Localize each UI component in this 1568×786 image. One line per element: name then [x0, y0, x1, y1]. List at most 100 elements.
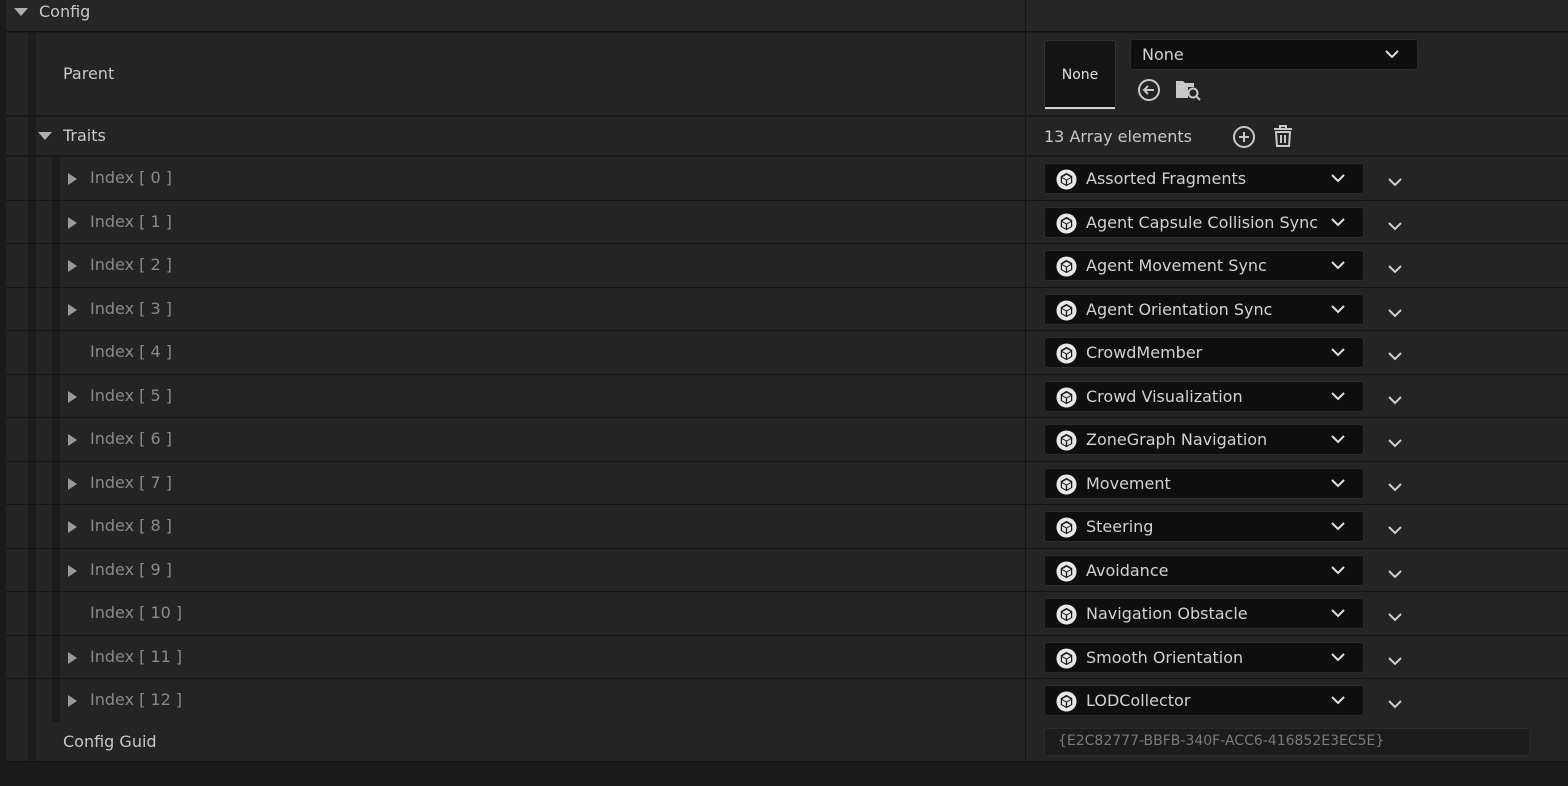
traits-header-row[interactable]: Traits: [6, 117, 1568, 156]
trait-index-label: Index [ 12 ]: [90, 690, 183, 709]
chevron-down-icon: [1331, 174, 1345, 183]
expand-arrow-icon[interactable]: [68, 695, 77, 707]
expand-arrow-icon[interactable]: [68, 521, 77, 533]
trait-index-label: Index [ 3 ]: [90, 298, 172, 318]
details-panel: Config Parent None None Traits 13 Array …: [0, 0, 1568, 786]
config-guid-field[interactable]: {E2C82777-BBFB-340F-ACC6-416852E3EC5E}: [1044, 728, 1530, 756]
thumbnail-text: None: [1061, 67, 1099, 83]
trait-type-combo[interactable]: Steering: [1044, 511, 1364, 542]
trait-type-combo[interactable]: Agent Movement Sync: [1044, 250, 1364, 281]
trait-type-combo[interactable]: Agent Orientation Sync: [1044, 294, 1364, 325]
add-element-icon[interactable]: [1232, 125, 1256, 149]
row-options-chevron-icon[interactable]: [1387, 565, 1403, 579]
struct-cube-icon: [1056, 648, 1077, 669]
expand-arrow-icon[interactable]: [68, 260, 77, 272]
collapse-arrow-icon[interactable]: [38, 132, 52, 140]
trait-index-label: Index [ 8 ]: [90, 516, 172, 535]
trait-type-value: Agent Capsule Collision Sync: [1086, 213, 1319, 232]
trait-type-combo[interactable]: Agent Capsule Collision Sync: [1044, 207, 1364, 238]
chevron-down-icon: [1331, 479, 1345, 488]
expand-arrow-icon[interactable]: [68, 477, 77, 490]
chevron-down-icon: [1331, 261, 1345, 270]
trait-type-combo[interactable]: Crowd Visualization: [1044, 381, 1364, 412]
struct-cube-icon: [1056, 430, 1077, 451]
trait-type-value: Steering: [1086, 517, 1154, 536]
trait-index-label: Index [ 5 ]: [90, 385, 172, 405]
trait-index-label: Index [ 0 ]: [90, 168, 172, 187]
chevron-down-icon: [1331, 348, 1345, 357]
expand-arrow-icon[interactable]: [68, 434, 77, 446]
row-options-chevron-icon[interactable]: [1387, 608, 1403, 622]
row-options-chevron-icon[interactable]: [1387, 521, 1403, 535]
trait-type-combo[interactable]: Avoidance: [1044, 555, 1364, 586]
struct-cube-icon: [1056, 691, 1077, 712]
back-arrow-icon[interactable]: [1137, 78, 1161, 102]
row-options-chevron-icon[interactable]: [1387, 217, 1403, 231]
parent-asset-combo[interactable]: None: [1130, 39, 1418, 70]
struct-cube-icon: [1056, 387, 1077, 408]
trait-index-label: Index [ 9 ]: [90, 559, 172, 579]
chevron-down-icon: [1385, 50, 1399, 59]
chevron-down-icon: [1331, 522, 1345, 531]
trait-type-combo[interactable]: Movement: [1044, 468, 1364, 499]
trait-index-label: Index [ 10 ]: [90, 603, 183, 622]
chevron-down-icon: [1331, 609, 1345, 618]
trait-type-value: Movement: [1086, 474, 1171, 493]
chevron-down-icon: [1331, 696, 1345, 705]
config-guid-label: Config Guid: [63, 732, 157, 751]
row-options-chevron-icon[interactable]: [1387, 304, 1403, 318]
trait-type-combo[interactable]: ZoneGraph Navigation: [1044, 424, 1364, 455]
trait-type-value: Avoidance: [1086, 561, 1169, 580]
row-options-chevron-icon[interactable]: [1387, 478, 1403, 492]
trait-index-label: Index [ 4 ]: [90, 342, 172, 361]
trait-index-label: Index [ 7 ]: [90, 472, 172, 492]
expand-arrow-icon[interactable]: [68, 173, 77, 185]
chevron-down-icon: [1331, 218, 1345, 227]
expand-arrow-icon[interactable]: [68, 303, 77, 316]
trait-index-label: Index [ 1 ]: [90, 211, 172, 231]
expand-arrow-icon[interactable]: [68, 564, 77, 577]
trait-type-value: ZoneGraph Navigation: [1086, 430, 1268, 449]
delete-all-icon[interactable]: [1271, 124, 1295, 148]
expand-arrow-icon[interactable]: [68, 651, 77, 664]
struct-cube-icon: [1056, 517, 1077, 538]
chevron-down-icon: [1331, 653, 1345, 662]
row-options-chevron-icon[interactable]: [1387, 347, 1403, 361]
struct-cube-icon: [1056, 300, 1077, 321]
collapse-arrow-icon[interactable]: [14, 8, 28, 16]
row-options-chevron-icon[interactable]: [1387, 695, 1403, 709]
row-options-chevron-icon[interactable]: [1387, 173, 1403, 187]
trait-index-label: Index [ 11 ]: [90, 646, 183, 666]
parent-asset-thumbnail[interactable]: None: [1044, 40, 1116, 110]
row-options-chevron-icon[interactable]: [1387, 391, 1403, 405]
struct-cube-icon: [1056, 561, 1077, 582]
trait-type-value: Smooth Orientation: [1086, 648, 1244, 667]
chevron-down-icon: [1331, 392, 1345, 401]
trait-index-label: Index [ 2 ]: [90, 255, 172, 274]
trait-type-combo[interactable]: Assorted Fragments: [1044, 163, 1364, 194]
struct-cube-icon: [1056, 604, 1077, 625]
config-section-header[interactable]: Config: [6, 0, 1568, 32]
struct-cube-icon: [1056, 256, 1077, 277]
row-options-chevron-icon[interactable]: [1387, 434, 1403, 448]
parent-combo-value: None: [1142, 45, 1184, 64]
trait-type-combo[interactable]: CrowdMember: [1044, 337, 1364, 368]
trait-type-value: Navigation Obstacle: [1086, 604, 1248, 623]
traits-label: Traits: [63, 126, 106, 145]
trait-type-combo[interactable]: Smooth Orientation: [1044, 642, 1364, 673]
trait-type-combo[interactable]: Navigation Obstacle: [1044, 598, 1364, 629]
trait-type-value: Crowd Visualization: [1086, 387, 1243, 406]
trait-type-combo[interactable]: LODCollector: [1044, 685, 1364, 716]
trait-type-value: Agent Movement Sync: [1086, 256, 1267, 275]
trait-type-value: LODCollector: [1086, 691, 1191, 710]
row-options-chevron-icon[interactable]: [1387, 652, 1403, 666]
row-options-chevron-icon[interactable]: [1387, 260, 1403, 274]
expand-arrow-icon[interactable]: [68, 216, 77, 229]
trait-type-value: Assorted Fragments: [1086, 169, 1247, 188]
browse-folder-icon[interactable]: [1175, 77, 1201, 101]
struct-cube-icon: [1056, 169, 1077, 190]
trait-type-value: CrowdMember: [1086, 343, 1203, 362]
struct-cube-icon: [1056, 343, 1077, 364]
expand-arrow-icon[interactable]: [68, 390, 77, 403]
chevron-down-icon: [1331, 305, 1345, 314]
